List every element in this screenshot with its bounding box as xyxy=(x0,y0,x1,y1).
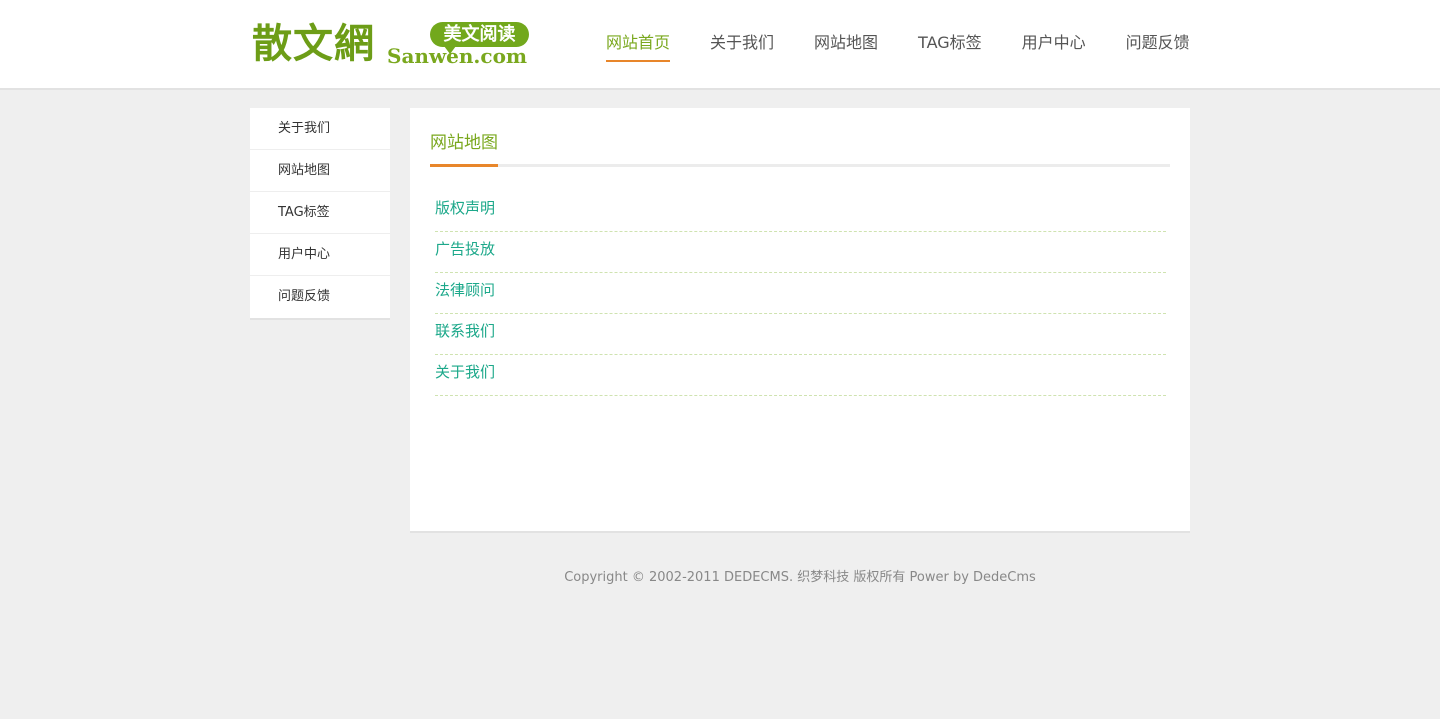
nav-item-about[interactable]: 关于我们 xyxy=(710,0,774,88)
sidebar-item-tags[interactable]: TAG标签 xyxy=(250,192,390,234)
panel-header: 网站地图 xyxy=(430,130,1170,167)
main-panel: 网站地图 版权声明 广告投放 法律顾问 联系我们 关于我们 xyxy=(410,108,1190,533)
nav-item-sitemap[interactable]: 网站地图 xyxy=(814,0,878,88)
nav-item-user-center[interactable]: 用户中心 xyxy=(1022,0,1086,88)
sidebar-item-sitemap[interactable]: 网站地图 xyxy=(250,150,390,192)
link-contact-us[interactable]: 联系我们 xyxy=(435,314,1166,355)
sidebar: 关于我们 网站地图 TAG标签 用户中心 问题反馈 xyxy=(250,108,390,320)
main-nav: 网站首页 关于我们 网站地图 TAG标签 用户中心 问题反馈 xyxy=(606,0,1190,88)
link-legal-advisor[interactable]: 法律顾问 xyxy=(435,273,1166,314)
page-title: 网站地图 xyxy=(430,130,498,167)
sidebar-item-feedback[interactable]: 问题反馈 xyxy=(250,276,390,318)
link-copyright[interactable]: 版权声明 xyxy=(435,191,1166,232)
footer-copyright: Copyright © 2002-2011 DEDECMS. 织梦科技 版权所有… xyxy=(564,570,1036,585)
sitemap-link-list: 版权声明 广告投放 法律顾问 联系我们 关于我们 xyxy=(435,191,1166,396)
link-advertising[interactable]: 广告投放 xyxy=(435,232,1166,273)
site-header: 散文網 美文阅读 Sanwen.com 网站首页 关于我们 网站地图 TAG标签… xyxy=(0,0,1440,90)
logo-main-text: 散文網 xyxy=(252,20,375,67)
nav-item-tags[interactable]: TAG标签 xyxy=(918,0,982,88)
sidebar-item-user-center[interactable]: 用户中心 xyxy=(250,234,390,276)
nav-item-feedback[interactable]: 问题反馈 xyxy=(1126,0,1190,88)
site-logo[interactable]: 散文網 美文阅读 Sanwen.com xyxy=(252,20,532,70)
logo-domain: Sanwen.com xyxy=(387,44,528,68)
sidebar-item-about[interactable]: 关于我们 xyxy=(250,108,390,150)
nav-item-home[interactable]: 网站首页 xyxy=(606,0,671,88)
link-about-us[interactable]: 关于我们 xyxy=(435,355,1166,396)
